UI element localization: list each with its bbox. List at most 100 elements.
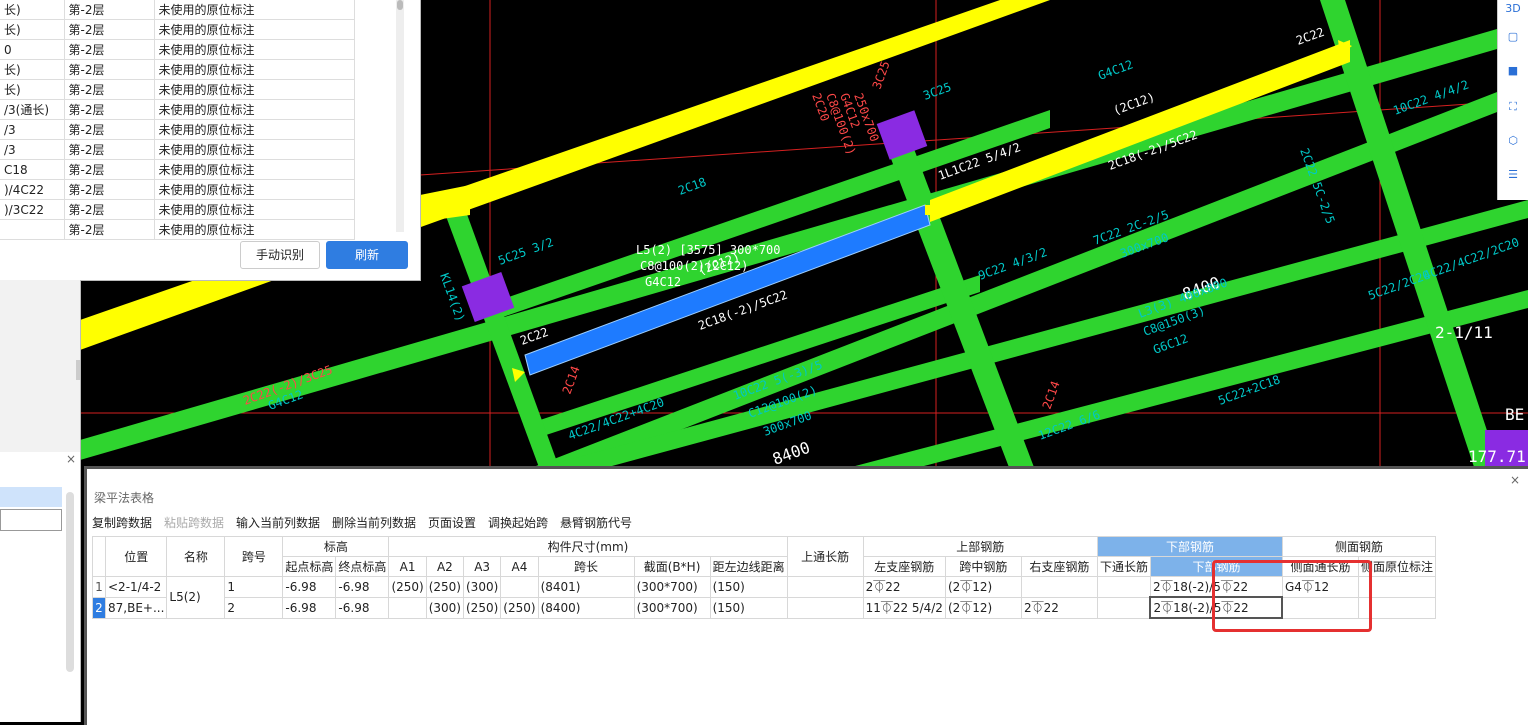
list-item[interactable]: /3 第-2层 未使用的原位标注	[0, 139, 355, 160]
cell-span-length[interactable]: (8401)	[537, 576, 635, 598]
report-icon[interactable]: ☰	[1504, 166, 1522, 184]
list-scrollbar[interactable]	[396, 0, 404, 232]
cell-bottom-through[interactable]	[1096, 596, 1151, 619]
list-cell-status: 未使用的原位标注	[154, 39, 355, 60]
list-cell-status: 未使用的原位标注	[154, 79, 355, 100]
cell-mid-span[interactable]: (2⏁12)	[944, 596, 1022, 619]
cell-top-through[interactable]	[786, 596, 864, 619]
list-cell-floor: 第-2层	[64, 19, 155, 40]
cell-a2[interactable]: (250)	[425, 576, 465, 598]
list-cell-status: 未使用的原位标注	[154, 99, 355, 120]
cell-end-elev[interactable]: -6.98	[335, 596, 390, 619]
manual-identify-button[interactable]: 手动识别	[240, 241, 320, 269]
list-cell-status: 未使用的原位标注	[154, 59, 355, 80]
cell-left-support[interactable]: 2⏁22	[862, 576, 946, 598]
col-right-support: 右支座钢筋	[1020, 556, 1098, 577]
col-top-through: 上通长筋	[786, 536, 864, 577]
list-cell-floor: 第-2层	[64, 219, 155, 240]
col-bottom-through: 下通长筋	[1096, 556, 1151, 577]
cell-end-elev[interactable]: -6.98	[335, 576, 390, 598]
list-item[interactable]: 长) 第-2层 未使用的原位标注	[0, 79, 355, 100]
cell-left-support[interactable]: 11⏁22 5/4/2	[862, 596, 946, 619]
delete-column-data-button[interactable]: 删除当前列数据	[332, 514, 416, 531]
list-item[interactable]: 长) 第-2层 未使用的原位标注	[0, 0, 355, 20]
cell-a3[interactable]: (250)	[462, 596, 502, 619]
fit-view-icon[interactable]: ⛶	[1504, 98, 1522, 116]
cell-start-elev[interactable]: -6.98	[282, 596, 337, 619]
row-header-corner	[92, 536, 106, 577]
list-cell-status: 未使用的原位标注	[154, 119, 355, 140]
row-number[interactable]: 2	[92, 596, 106, 619]
panel-title: 梁平法表格	[94, 491, 155, 505]
col-start-elev: 起点标高	[282, 556, 337, 577]
col-mid-span: 跨中钢筋	[944, 556, 1022, 577]
page-setup-button[interactable]: 页面设置	[428, 514, 476, 531]
cell-a2[interactable]: (300)	[425, 596, 465, 619]
cell-section[interactable]: (300*700)	[633, 576, 711, 598]
refresh-button[interactable]: 刷新	[326, 241, 408, 269]
list-cell-floor: 第-2层	[64, 159, 155, 180]
list-item-input[interactable]	[0, 509, 62, 531]
cell-span-length[interactable]: (8400)	[537, 596, 635, 619]
list-cell-name: )/3C22	[0, 199, 65, 220]
paste-span-data-button[interactable]: 粘贴跨数据	[164, 514, 224, 531]
list-cell-name: 长)	[0, 59, 65, 80]
cell-top-through[interactable]	[786, 576, 864, 598]
row-number[interactable]: 1	[92, 576, 106, 598]
list-item[interactable]: /3(通长) 第-2层 未使用的原位标注	[0, 99, 355, 120]
list-cell-floor: 第-2层	[64, 0, 155, 20]
cell-a1[interactable]: (250)	[388, 576, 427, 598]
cell-right-support[interactable]	[1020, 576, 1098, 598]
col-elevation: 标高	[282, 536, 390, 557]
copy-span-data-button[interactable]: 复制跨数据	[92, 514, 152, 531]
list-scrollbar[interactable]	[66, 492, 74, 672]
list-cell-name: /3	[0, 119, 65, 140]
cell-name[interactable]: L5(2)	[166, 576, 226, 619]
cell-span[interactable]: 2	[224, 596, 284, 619]
list-item[interactable]: )/3C22 第-2层 未使用的原位标注	[0, 199, 355, 220]
list-item[interactable]: 第-2层 未使用的原位标注	[0, 219, 355, 240]
cell-span[interactable]: 1	[224, 576, 284, 598]
list-cell-name: /3	[0, 139, 65, 160]
list-item[interactable]: )/4C22 第-2层 未使用的原位标注	[0, 179, 355, 200]
col-left-distance: 距左边线距离	[709, 556, 788, 577]
list-cell-status: 未使用的原位标注	[154, 159, 355, 180]
list-item[interactable]: 长) 第-2层 未使用的原位标注	[0, 19, 355, 40]
cell-position[interactable]: 87,BE+...	[104, 596, 168, 619]
cell-position[interactable]: <2-1/4-2	[104, 576, 168, 598]
list-cell-name	[0, 219, 65, 240]
cad-label: BE	[1505, 405, 1524, 424]
cube-outline-icon[interactable]: ⬡	[1504, 132, 1522, 150]
list-item[interactable]: /3 第-2层 未使用的原位标注	[0, 119, 355, 140]
input-column-data-button[interactable]: 输入当前列数据	[236, 514, 320, 531]
cell-right-support[interactable]: 2⏁22	[1020, 596, 1098, 619]
collapse-handle[interactable]	[76, 360, 80, 380]
cell-a1[interactable]	[388, 596, 427, 619]
list-item[interactable]: C18 第-2层 未使用的原位标注	[0, 159, 355, 180]
cube-front-icon[interactable]: ▢	[1504, 28, 1522, 46]
col-section: 截面(B*H)	[633, 556, 711, 577]
list-item[interactable]: 长) 第-2层 未使用的原位标注	[0, 59, 355, 80]
list-item-selected[interactable]	[0, 487, 62, 507]
close-icon[interactable]: ×	[1510, 473, 1520, 487]
cell-section[interactable]: (300*700)	[633, 596, 711, 619]
cell-mid-span[interactable]: (2⏁12)	[944, 576, 1022, 598]
list-cell-floor: 第-2层	[64, 119, 155, 140]
unused-annotation-panel: 长) 第-2层 未使用的原位标注 长) 第-2层 未使用的原位标注 0 第-2层 未使用的原位标…	[0, 0, 421, 281]
3d-icon[interactable]: 3D	[1504, 0, 1522, 18]
cube-top-icon[interactable]: ■	[1504, 62, 1522, 80]
cell-bottom-through[interactable]	[1096, 576, 1151, 598]
cell-a3[interactable]: (300)	[462, 576, 502, 598]
list-cell-status: 未使用的原位标注	[154, 219, 355, 240]
list-cell-name: )/4C22	[0, 179, 65, 200]
list-item[interactable]: 0 第-2层 未使用的原位标注	[0, 39, 355, 60]
cell-a4[interactable]: (250)	[500, 596, 539, 619]
cantilever-code-button[interactable]: 悬臂钢筋代号	[560, 514, 632, 531]
cell-a4[interactable]	[500, 576, 539, 598]
list-cell-status: 未使用的原位标注	[154, 19, 355, 40]
cell-left-distance[interactable]: (150)	[709, 596, 788, 619]
close-icon[interactable]: ×	[66, 452, 76, 466]
swap-start-span-button[interactable]: 调换起始跨	[488, 514, 548, 531]
cell-start-elev[interactable]: -6.98	[282, 576, 337, 598]
cell-left-distance[interactable]: (150)	[709, 576, 788, 598]
